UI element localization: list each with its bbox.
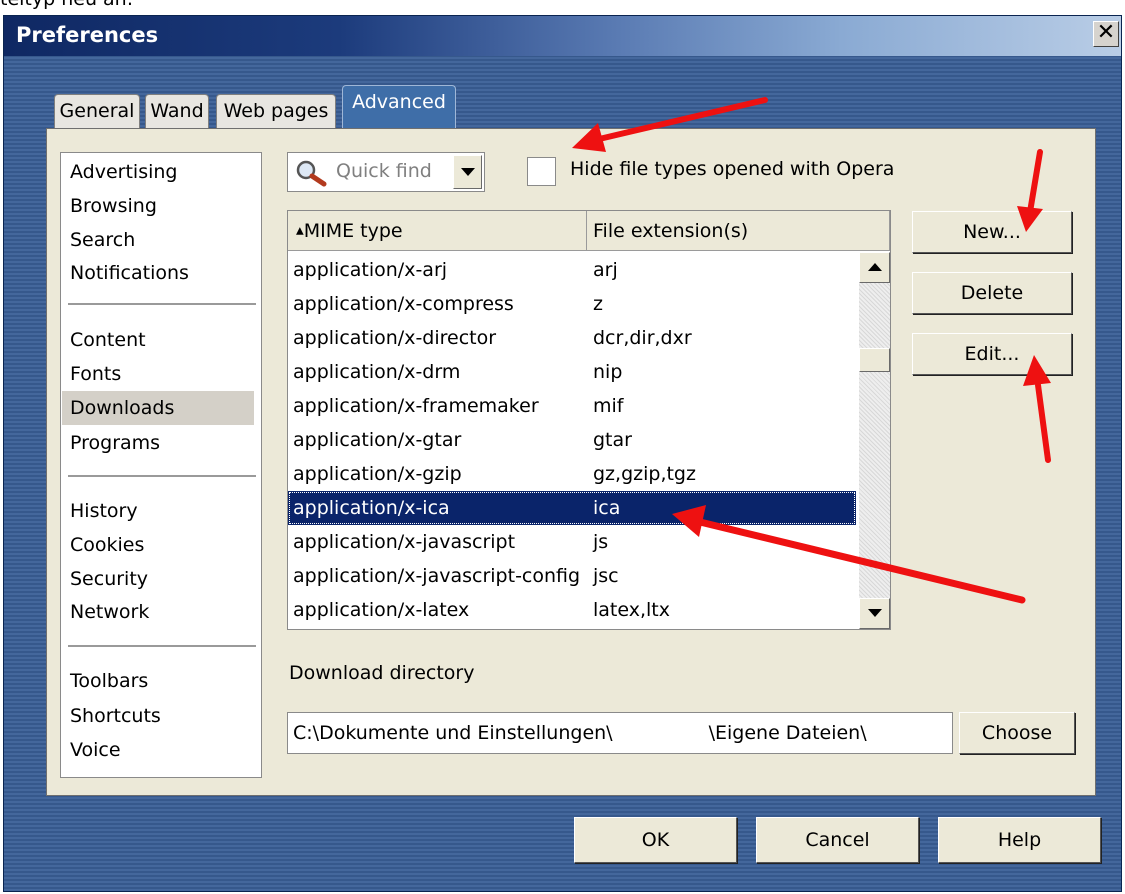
red-arrow-icon (572, 97, 768, 152)
red-arrow-icon (1023, 355, 1051, 463)
red-arrow-icon (672, 505, 1026, 604)
annotation-arrows (572, 97, 1051, 604)
red-arrow-icon (1017, 149, 1043, 232)
